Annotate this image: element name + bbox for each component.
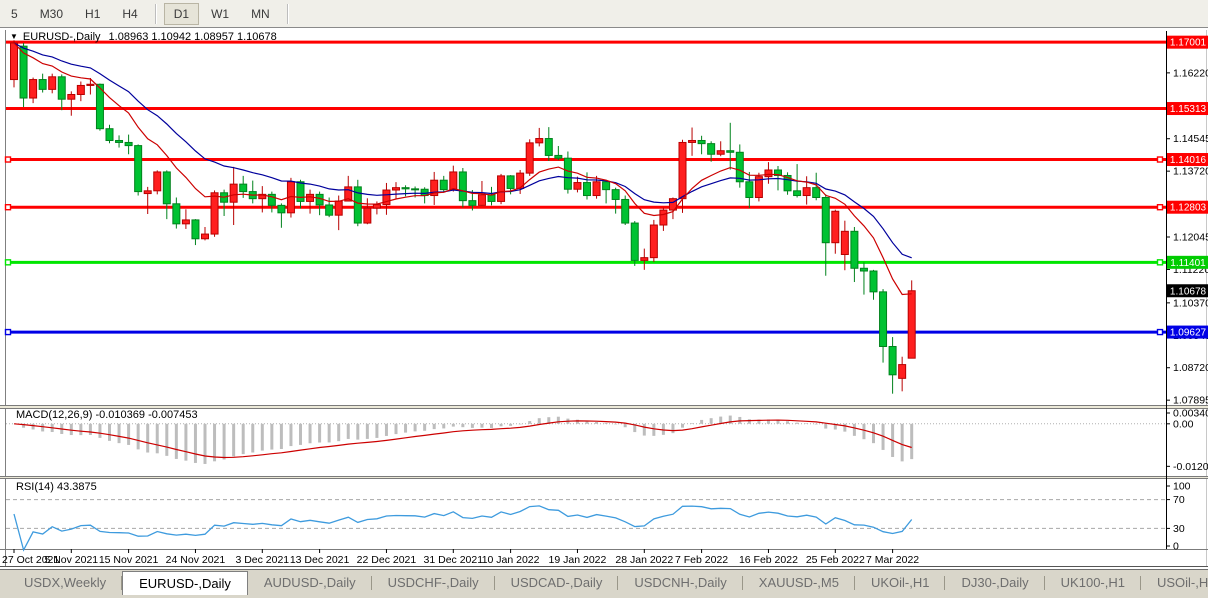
price-tag-label: 1.15313: [1170, 104, 1207, 115]
price-tick-label: 1.13720: [1173, 166, 1208, 178]
date-tick-label: 10 Jan 2022: [482, 554, 540, 566]
chart-dropdown-icon[interactable]: ▼: [10, 32, 18, 41]
price-tag-label: 1.17001: [1170, 38, 1207, 49]
date-tick-label: 7 Feb 2022: [675, 554, 728, 566]
mt4-window: { "toolbar": { "buttons": [ {"label": "5…: [0, 0, 1208, 598]
date-tick-label: 7 Mar 2022: [866, 554, 919, 566]
date-tick-label: 3 Dec 2021: [235, 554, 289, 566]
rsi-axis-label: 100: [1173, 481, 1191, 493]
date-tick-label: 13 Dec 2021: [290, 554, 350, 566]
price-tag-label: 1.10678: [1170, 286, 1207, 297]
chart-title: ▼ EURUSD-,Daily 1.08963 1.10942 1.08957 1.…: [10, 31, 277, 43]
price-tag-label: 1.09627: [1170, 328, 1207, 339]
hline-handle[interactable]: [1158, 205, 1163, 210]
price-tick-label: 1.08720: [1173, 362, 1208, 374]
rsi-indicator-label: RSI(14) 43.3875: [16, 481, 97, 493]
date-tick-label: 31 Dec 2021: [424, 554, 484, 566]
date-tick-label: 25 Feb 2022: [806, 554, 865, 566]
chart-symbol-period: EURUSD-,Daily: [23, 31, 101, 43]
rsi-axis-label: 0: [1173, 541, 1179, 553]
hline-handle[interactable]: [1158, 157, 1163, 162]
date-tick-label: 19 Jan 2022: [549, 554, 607, 566]
hline-handle[interactable]: [6, 157, 11, 162]
date-tick-label: 24 Nov 2021: [166, 554, 226, 566]
candlesticks: [11, 40, 916, 393]
price-tick-label: 1.10370: [1173, 297, 1208, 309]
rsi-axis-label: 70: [1173, 494, 1185, 506]
panel-dividers[interactable]: [0, 405, 1208, 567]
date-tick-label: 22 Dec 2021: [357, 554, 417, 566]
date-tick-label: 5 Nov 2021: [44, 554, 98, 566]
price-tag-label: 1.11401: [1170, 258, 1206, 269]
hline-handle[interactable]: [6, 260, 11, 265]
price-tag-label: 1.12803: [1170, 203, 1207, 214]
date-tick-label: 28 Jan 2022: [615, 554, 673, 566]
price-tick-label: 1.14545: [1173, 133, 1208, 145]
price-tag-label: 1.14016: [1170, 155, 1207, 166]
hline-handle[interactable]: [1158, 260, 1163, 265]
date-tick-label: 16 Feb 2022: [739, 554, 798, 566]
tab-eurusd-daily[interactable]: EURUSD-,Daily: [122, 571, 248, 595]
macd-axis-label: -0.012058: [1173, 461, 1208, 473]
hline-handle[interactable]: [6, 330, 11, 335]
hline-handle[interactable]: [1158, 330, 1163, 335]
chart-canvas[interactable]: 1.162201.145451.137201.120451.112201.103…: [0, 0, 1208, 598]
macd-panel: [6, 416, 1166, 464]
hline-handle[interactable]: [6, 205, 11, 210]
rsi-axis-label: 30: [1173, 523, 1185, 535]
price-tick-label: 1.16220: [1173, 67, 1208, 79]
macd-indicator-label: MACD(12,26,9) -0.010369 -0.007453: [16, 409, 198, 421]
date-tick-label: 15 Nov 2021: [99, 554, 159, 566]
indicator-axes: 0.0034080.00-0.01205810070300: [1166, 408, 1208, 553]
ma-slow-line: [14, 43, 912, 258]
price-tick-label: 1.07895: [1173, 395, 1208, 407]
date-axis[interactable]: 27 Oct 20215 Nov 202115 Nov 202124 Nov 2…: [2, 549, 919, 566]
rsi-panel: [6, 500, 1166, 550]
chart-ohlc-values: 1.08963 1.10942 1.08957 1.10678: [109, 31, 277, 43]
macd-axis-label: 0.00: [1173, 418, 1194, 430]
price-tick-label: 1.12045: [1173, 232, 1208, 244]
